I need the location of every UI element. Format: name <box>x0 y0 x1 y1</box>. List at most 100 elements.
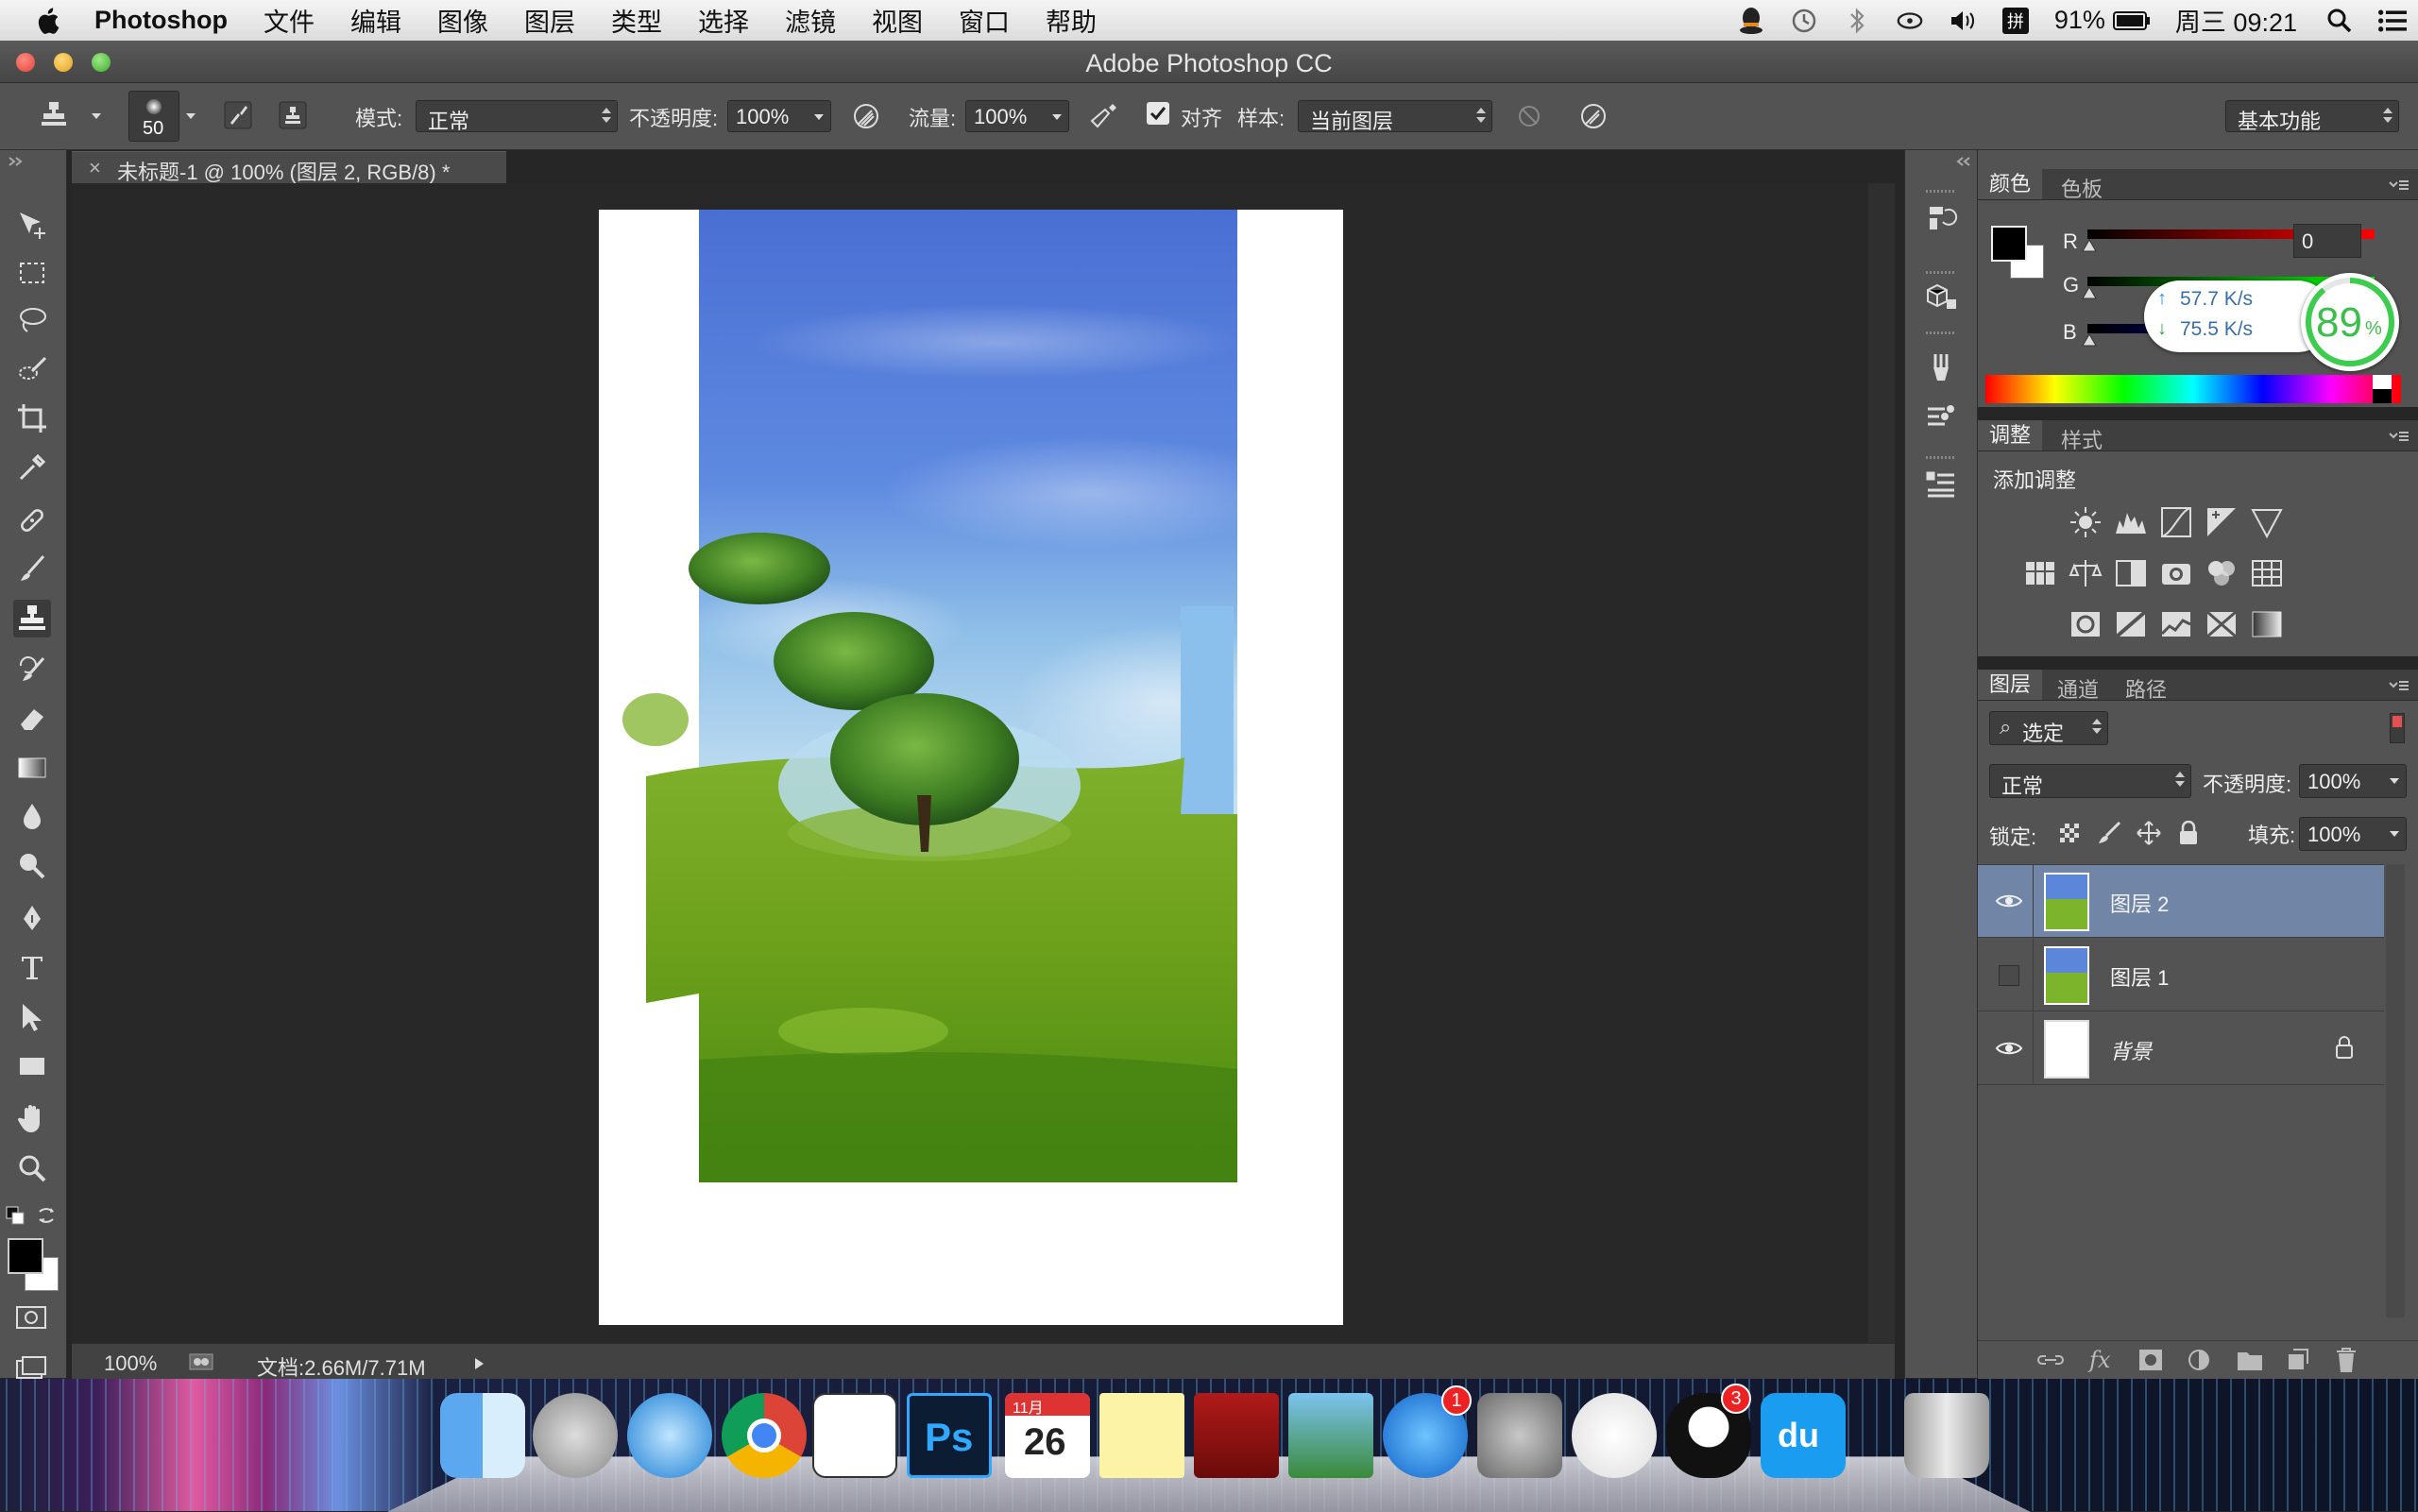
photo-booth-icon[interactable] <box>1194 1393 1279 1478</box>
network-speed-widget[interactable]: ↑ 57.7 K/s ↓ 75.5 K/s 89 % <box>2144 273 2405 371</box>
new-group-icon[interactable] <box>2237 1349 2263 1371</box>
time-machine-icon[interactable] <box>1790 7 1818 35</box>
volume-icon[interactable] <box>1949 7 1977 35</box>
layer-style-icon[interactable]: fx <box>2089 1347 2110 1373</box>
foreground-color-swatch[interactable] <box>8 1238 43 1274</box>
collapse-panel-icon[interactable] <box>8 156 25 167</box>
layers-scrollbar[interactable] <box>2386 864 2405 1317</box>
brush-presets-panel-icon[interactable] <box>1922 348 1960 386</box>
panel-menu-icon[interactable] <box>2388 430 2410 443</box>
workspace-select[interactable]: 基本功能 <box>2225 100 2399 133</box>
crop-tool-icon[interactable] <box>13 399 51 437</box>
clone-source-strip-icon[interactable] <box>1922 398 1960 435</box>
menu-help[interactable]: 帮助 <box>1046 2 1097 39</box>
tab-swatches[interactable]: 色板 <box>2061 173 2103 203</box>
sample-select[interactable]: 当前图层 <box>1298 100 1492 133</box>
color-lookup-icon[interactable] <box>2250 556 2284 590</box>
path-selection-tool-icon[interactable] <box>13 998 51 1036</box>
marquee-tool-icon[interactable] <box>13 254 51 292</box>
paragraph-styles-panel-icon[interactable] <box>1922 466 1960 503</box>
canvas-area[interactable] <box>72 183 1895 1343</box>
vertical-scrollbar[interactable] <box>1868 183 1895 1343</box>
layer-row-layer-1[interactable]: 图层 1 <box>1978 939 2384 1011</box>
delete-layer-icon[interactable] <box>2335 1347 2358 1373</box>
menu-type[interactable]: 类型 <box>611 2 662 39</box>
brush-dropdown-arrow-icon[interactable] <box>185 111 196 121</box>
mode-select[interactable]: 正常 <box>416 100 618 133</box>
layer-name[interactable]: 图层 2 <box>2110 888 2169 918</box>
menu-layer[interactable]: 图层 <box>524 2 575 39</box>
swap-colors-icon[interactable] <box>36 1204 59 1227</box>
hue-saturation-icon[interactable] <box>2023 556 2057 590</box>
eyedropper-tool-icon[interactable] <box>13 449 51 486</box>
layer-row-background[interactable]: 背景 <box>1978 1012 2384 1085</box>
layer-name[interactable]: 背景 <box>2110 1035 2152 1065</box>
lock-transparency-icon[interactable] <box>2059 823 2080 843</box>
brush-panel-toggle-icon[interactable] <box>223 100 255 132</box>
panel-menu-icon[interactable] <box>2388 178 2410 192</box>
history-panel-icon[interactable] <box>1922 199 1960 237</box>
ignore-adjustment-layers-icon[interactable] <box>1513 100 1545 132</box>
baidu-cloud-icon[interactable]: du <box>1761 1393 1846 1478</box>
zoom-level[interactable]: 100% <box>104 1351 157 1376</box>
system-preferences-icon[interactable] <box>1477 1393 1562 1478</box>
photo-filter-icon[interactable] <box>2159 556 2193 590</box>
vibrance-icon[interactable] <box>2250 505 2284 539</box>
hand-tool-icon[interactable] <box>13 1100 51 1138</box>
layer-opacity-arrow-icon[interactable] <box>2389 776 2400 786</box>
invert-icon[interactable] <box>2069 607 2103 641</box>
close-document-icon[interactable]: × <box>89 156 101 180</box>
align-checkbox[interactable] <box>1147 102 1169 125</box>
screen-mode-icon[interactable] <box>15 1355 47 1380</box>
safari-icon[interactable] <box>627 1393 712 1478</box>
spectrum-white-black[interactable] <box>2373 375 2392 403</box>
fill-arrow-icon[interactable] <box>2389 829 2400 839</box>
photoshop-icon[interactable]: Ps <box>907 1393 992 1478</box>
rectangle-tool-icon[interactable] <box>13 1047 51 1085</box>
finder-icon[interactable] <box>440 1393 525 1478</box>
b-slider-handle-icon[interactable] <box>2082 333 2097 347</box>
posterize-icon[interactable] <box>2114 607 2148 641</box>
clone-stamp-preset-icon[interactable] <box>38 98 70 130</box>
flow-dropdown-arrow-icon[interactable] <box>1051 112 1063 122</box>
chrome-icon[interactable] <box>722 1393 807 1478</box>
g-slider-handle-icon[interactable] <box>2082 286 2097 299</box>
menu-view[interactable]: 视图 <box>872 2 923 39</box>
layer-opacity-input[interactable]: 100% <box>2299 764 2407 798</box>
brightness-contrast-icon[interactable] <box>2069 505 2103 539</box>
clock[interactable]: 周三 09:21 <box>2175 2 2297 39</box>
app-menu-photoshop[interactable]: Photoshop <box>94 6 228 35</box>
clone-stamp-tool-icon[interactable] <box>13 600 51 637</box>
tab-adjustments[interactable]: 调整 <box>1978 420 2043 450</box>
notification-center-icon[interactable] <box>2378 7 2407 35</box>
preset-dropdown-arrow-icon[interactable] <box>91 111 102 121</box>
levels-icon[interactable] <box>2114 505 2148 539</box>
qq-icon[interactable]: 3 <box>1666 1384 1751 1478</box>
airbrush-icon[interactable] <box>1088 100 1120 132</box>
new-layer-icon[interactable] <box>2286 1347 2310 1371</box>
color-balance-icon[interactable] <box>2069 556 2103 590</box>
calendar-icon[interactable]: 11月 26 <box>1005 1393 1090 1478</box>
lock-all-icon[interactable] <box>2178 821 2199 845</box>
gradient-tool-icon[interactable] <box>13 749 51 787</box>
opacity-dropdown-arrow-icon[interactable] <box>813 112 825 122</box>
link-layers-icon[interactable] <box>2036 1351 2065 1369</box>
pen-tool-icon[interactable] <box>13 900 51 938</box>
clock-icon[interactable] <box>812 1393 897 1478</box>
status-expand-arrow-icon[interactable] <box>473 1357 485 1370</box>
tab-layers[interactable]: 图层 <box>1978 670 2043 700</box>
move-tool-icon[interactable] <box>13 207 51 245</box>
panel-fg-color[interactable] <box>1991 226 2027 262</box>
brush-preset-picker[interactable]: 50 <box>128 91 179 142</box>
new-adjustment-layer-icon[interactable] <box>2188 1349 2212 1371</box>
input-method-icon[interactable]: 拼 <box>2001 7 2030 35</box>
tab-styles[interactable]: 样式 <box>2061 424 2103 454</box>
lasso-tool-icon[interactable] <box>13 301 51 339</box>
launchpad-icon[interactable] <box>533 1393 618 1478</box>
iphoto-icon[interactable] <box>1288 1393 1373 1478</box>
visibility-toggle-empty[interactable] <box>1999 965 2019 986</box>
healing-brush-tool-icon[interactable] <box>13 501 51 539</box>
menu-select[interactable]: 选择 <box>698 2 749 39</box>
tab-color[interactable]: 颜色 <box>1978 169 2043 199</box>
default-colors-icon[interactable] <box>6 1206 26 1227</box>
